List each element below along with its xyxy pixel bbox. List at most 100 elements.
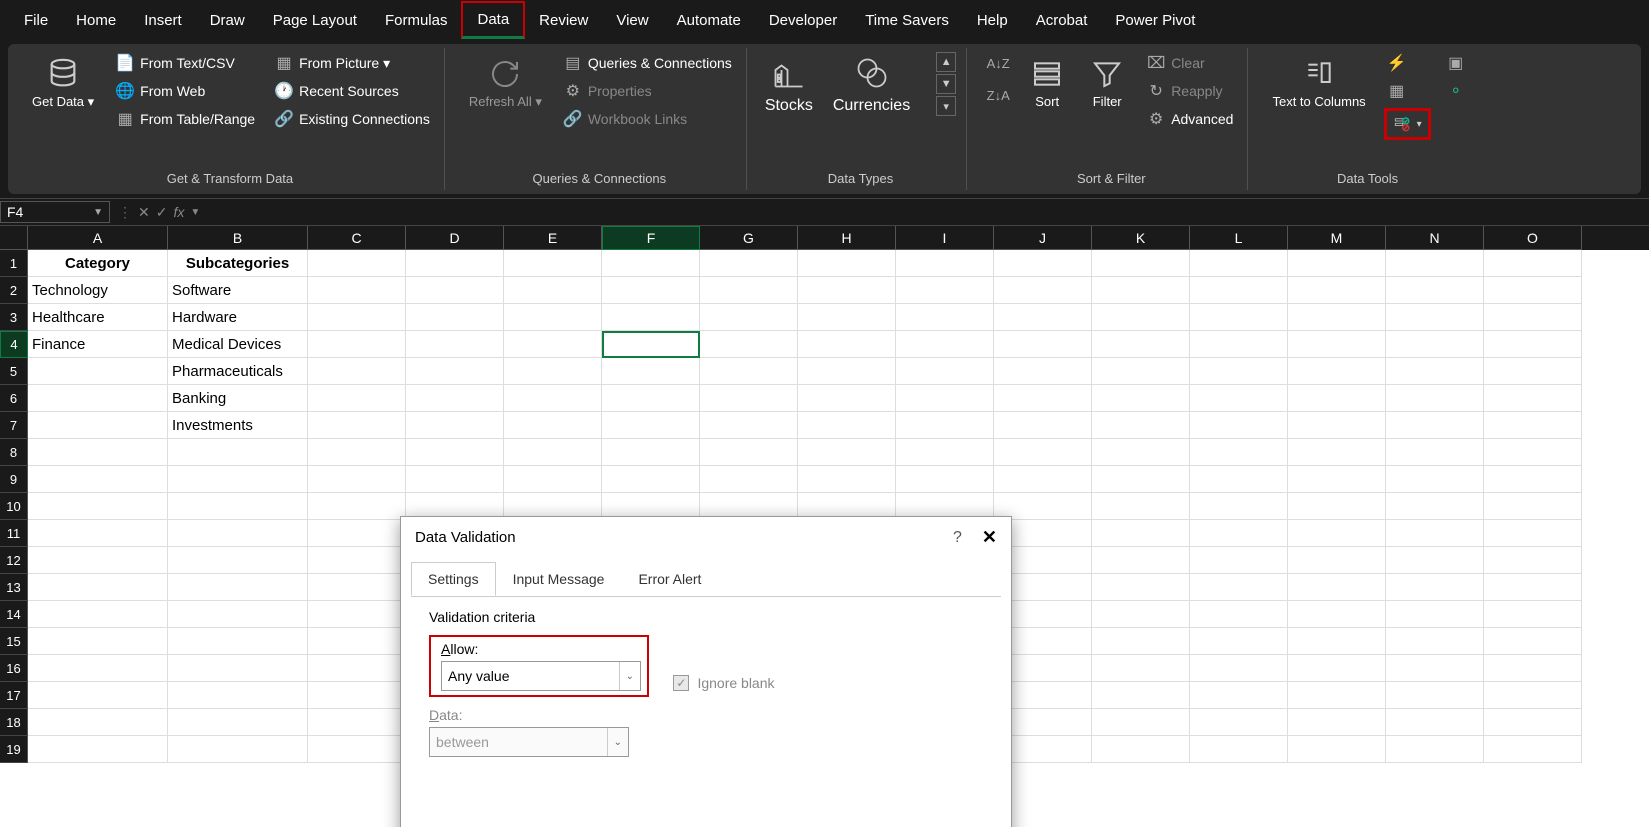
cell-L3[interactable] <box>1190 304 1288 331</box>
col-header-K[interactable]: K <box>1092 226 1190 250</box>
refresh-all-button[interactable]: Refresh All ▾ <box>463 52 548 114</box>
cell-N15[interactable] <box>1386 628 1484 655</box>
filter-button[interactable]: Filter <box>1083 52 1131 113</box>
cell-C2[interactable] <box>308 277 406 304</box>
data-validation-button[interactable]: ▾ <box>1389 113 1426 135</box>
cell-A14[interactable] <box>28 601 168 628</box>
remove-duplicates-button[interactable]: ▦ <box>1384 80 1431 102</box>
recent-sources-button[interactable]: 🕐Recent Sources <box>271 80 434 102</box>
cell-M11[interactable] <box>1288 520 1386 547</box>
col-header-J[interactable]: J <box>994 226 1092 250</box>
menu-help[interactable]: Help <box>963 4 1022 37</box>
row-header-1[interactable]: 1 <box>0 250 28 277</box>
col-header-C[interactable]: C <box>308 226 406 250</box>
queries-connections-button[interactable]: ▤Queries & Connections <box>560 52 736 74</box>
ignore-blank-checkbox[interactable]: Ignore blank <box>673 675 774 691</box>
cell-K4[interactable] <box>1092 331 1190 358</box>
cell-J6[interactable] <box>994 385 1092 412</box>
cell-M9[interactable] <box>1288 466 1386 493</box>
cell-E4[interactable] <box>504 331 602 358</box>
row-header-16[interactable]: 16 <box>0 655 28 682</box>
fx-icon[interactable]: fx <box>173 204 184 220</box>
cell-B16[interactable] <box>168 655 308 682</box>
cell-H7[interactable] <box>798 412 896 439</box>
relationships-button[interactable]: ⚬ <box>1443 80 1469 102</box>
cell-M1[interactable] <box>1288 250 1386 277</box>
cell-B7[interactable]: Investments <box>168 412 308 439</box>
cell-D4[interactable] <box>406 331 504 358</box>
menu-developer[interactable]: Developer <box>755 4 851 37</box>
cell-N19[interactable] <box>1386 736 1484 763</box>
dialog-tab-input-message[interactable]: Input Message <box>496 562 622 596</box>
cell-C8[interactable] <box>308 439 406 466</box>
cell-C18[interactable] <box>308 709 406 736</box>
cell-F4[interactable] <box>602 331 700 358</box>
cell-G9[interactable] <box>700 466 798 493</box>
cell-C15[interactable] <box>308 628 406 655</box>
cell-D7[interactable] <box>406 412 504 439</box>
from-picture-button[interactable]: ▦From Picture ▾ <box>271 52 434 74</box>
cell-N13[interactable] <box>1386 574 1484 601</box>
cell-A15[interactable] <box>28 628 168 655</box>
cell-O16[interactable] <box>1484 655 1582 682</box>
help-icon[interactable]: ? <box>953 529 962 547</box>
cell-I3[interactable] <box>896 304 994 331</box>
cell-O19[interactable] <box>1484 736 1582 763</box>
cell-A16[interactable] <box>28 655 168 682</box>
cell-G3[interactable] <box>700 304 798 331</box>
cell-N12[interactable] <box>1386 547 1484 574</box>
cell-B3[interactable]: Hardware <box>168 304 308 331</box>
row-header-18[interactable]: 18 <box>0 709 28 736</box>
cell-K19[interactable] <box>1092 736 1190 763</box>
cell-A18[interactable] <box>28 709 168 736</box>
col-header-E[interactable]: E <box>504 226 602 250</box>
cell-K5[interactable] <box>1092 358 1190 385</box>
cell-H4[interactable] <box>798 331 896 358</box>
cell-J1[interactable] <box>994 250 1092 277</box>
menu-data[interactable]: Data <box>461 1 525 39</box>
cell-I4[interactable] <box>896 331 994 358</box>
cell-N9[interactable] <box>1386 466 1484 493</box>
flash-fill-button[interactable]: ⚡ <box>1384 52 1431 74</box>
row-header-5[interactable]: 5 <box>0 358 28 385</box>
cell-K8[interactable] <box>1092 439 1190 466</box>
cell-A10[interactable] <box>28 493 168 520</box>
cell-D6[interactable] <box>406 385 504 412</box>
cell-E2[interactable] <box>504 277 602 304</box>
col-header-L[interactable]: L <box>1190 226 1288 250</box>
menu-formulas[interactable]: Formulas <box>371 4 462 37</box>
cell-M18[interactable] <box>1288 709 1386 736</box>
sort-button[interactable]: Sort <box>1023 52 1071 113</box>
from-text-csv-button[interactable]: 📄From Text/CSV <box>112 52 259 74</box>
cell-F8[interactable] <box>602 439 700 466</box>
cell-L17[interactable] <box>1190 682 1288 709</box>
confirm-edit-icon[interactable]: ✓ <box>156 204 168 221</box>
name-box[interactable]: F4 ▼ <box>0 201 110 223</box>
properties-button[interactable]: ⚙Properties <box>560 80 736 102</box>
cell-L9[interactable] <box>1190 466 1288 493</box>
menu-insert[interactable]: Insert <box>130 4 196 37</box>
row-header-3[interactable]: 3 <box>0 304 28 331</box>
cell-H8[interactable] <box>798 439 896 466</box>
cell-M6[interactable] <box>1288 385 1386 412</box>
cell-I7[interactable] <box>896 412 994 439</box>
cell-B4[interactable]: Medical Devices <box>168 331 308 358</box>
formula-input[interactable] <box>208 199 1649 225</box>
cancel-edit-icon[interactable]: ✕ <box>138 204 150 221</box>
cell-I9[interactable] <box>896 466 994 493</box>
cell-K13[interactable] <box>1092 574 1190 601</box>
cell-C11[interactable] <box>308 520 406 547</box>
cell-A6[interactable] <box>28 385 168 412</box>
cell-B14[interactable] <box>168 601 308 628</box>
menu-view[interactable]: View <box>602 4 662 37</box>
col-header-D[interactable]: D <box>406 226 504 250</box>
cell-M14[interactable] <box>1288 601 1386 628</box>
cell-C19[interactable] <box>308 736 406 763</box>
cell-I1[interactable] <box>896 250 994 277</box>
cell-O6[interactable] <box>1484 385 1582 412</box>
cell-J7[interactable] <box>994 412 1092 439</box>
cell-O2[interactable] <box>1484 277 1582 304</box>
cell-O10[interactable] <box>1484 493 1582 520</box>
cell-B6[interactable]: Banking <box>168 385 308 412</box>
data-type-up-button[interactable]: ▲ <box>936 52 956 72</box>
